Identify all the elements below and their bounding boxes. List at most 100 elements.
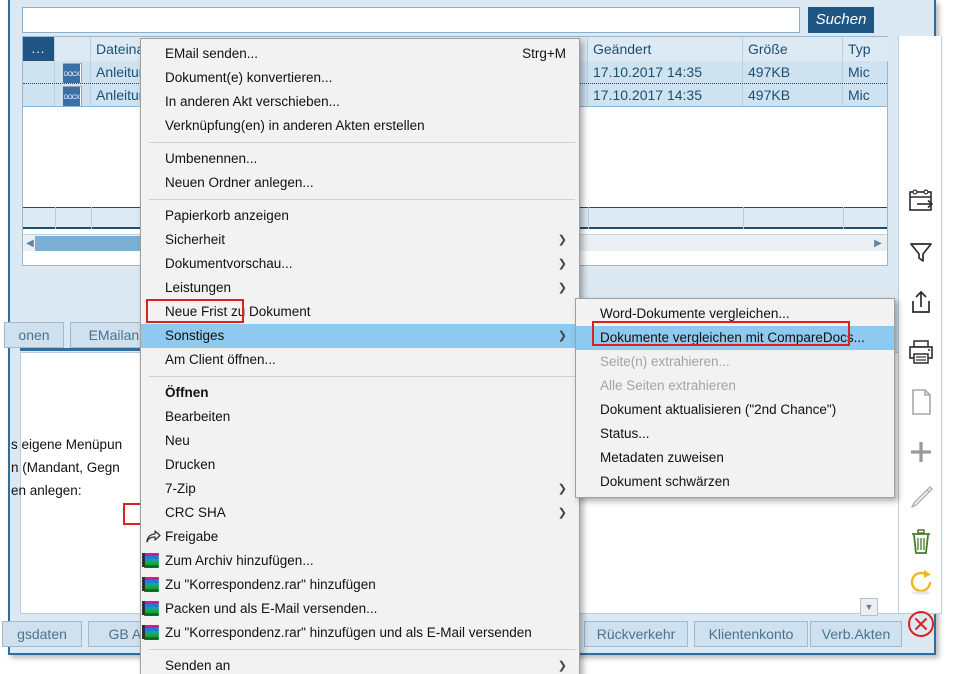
menu-item-oeffnen[interactable]: Öffnen xyxy=(141,381,579,405)
filter-funnel-icon[interactable] xyxy=(903,234,939,270)
menu-item-papierkorb-anzeigen[interactable]: Papierkorb anzeigen xyxy=(141,204,579,228)
menu-item-label: Drucken xyxy=(165,457,216,472)
menu-item-freigabe[interactable]: Freigabe xyxy=(141,525,579,549)
menu-item-7-zip[interactable]: 7-Zip ❯ xyxy=(141,477,579,501)
scrollbar-thumb[interactable] xyxy=(35,236,153,251)
menu-separator xyxy=(149,649,575,650)
menu-item-label: Öffnen xyxy=(165,385,209,400)
menu-separator xyxy=(149,376,575,377)
share-icon xyxy=(144,528,162,546)
new-document-icon[interactable] xyxy=(903,384,939,420)
cell-size: 497KB xyxy=(743,61,843,83)
menu-item-label: Senden an xyxy=(165,658,231,673)
bottom-tab-verb-akten[interactable]: Verb.Akten xyxy=(810,621,902,647)
menu-item-label: Word-Dokumente vergleichen... xyxy=(600,306,790,321)
plus-add-icon[interactable] xyxy=(903,434,939,470)
column-header-icon[interactable] xyxy=(55,37,91,61)
submenu-item-dokument-schwaerzen[interactable]: Dokument schwärzen xyxy=(576,470,894,494)
bottom-tab-rueckverkehr[interactable]: Rückverkehr xyxy=(584,621,688,647)
column-header-size[interactable]: Größe xyxy=(743,37,843,61)
menu-item-label: Am Client öffnen... xyxy=(165,352,276,367)
search-bar: Suchen xyxy=(22,7,902,33)
scroll-down-icon[interactable]: ▼ xyxy=(860,598,878,616)
mid-tab-optionen[interactable]: onen xyxy=(4,322,64,348)
menu-item-senden-an[interactable]: Senden an ❯ xyxy=(141,654,579,674)
menu-item-label: Leistungen xyxy=(165,280,232,295)
menu-item-label: EMail senden... xyxy=(165,46,259,61)
submenu-item-alle-seiten-extrahieren: Alle Seiten extrahieren xyxy=(576,374,894,398)
pencil-edit-icon[interactable] xyxy=(903,479,939,515)
bottom-tab-klientenkonto[interactable]: Klientenkonto xyxy=(694,621,808,647)
menu-item-sicherheit[interactable]: Sicherheit ❯ xyxy=(141,228,579,252)
menu-item-zu-korrespondenz-rar-hinzufuegen-und-versenden[interactable]: Zu "Korrespondenz.rar" hinzufügen und al… xyxy=(141,621,579,645)
row-icon-cell xyxy=(55,84,91,106)
cell-type: Mic xyxy=(848,87,870,103)
search-input[interactable] xyxy=(22,7,800,33)
share-export-icon[interactable] xyxy=(903,284,939,320)
menu-item-label: Status... xyxy=(600,426,650,441)
menu-item-verknuepfungen-erstellen[interactable]: Verknüpfung(en) in anderen Akten erstell… xyxy=(141,114,579,138)
search-button[interactable]: Suchen xyxy=(808,7,874,33)
menu-item-drucken[interactable]: Drucken xyxy=(141,453,579,477)
menu-item-zu-korrespondenz-rar-hinzufuegen[interactable]: Zu "Korrespondenz.rar" hinzufügen xyxy=(141,573,579,597)
column-header-options[interactable]: ... xyxy=(23,37,55,61)
menu-item-packen-und-als-email-versenden[interactable]: Packen und als E-Mail versenden... xyxy=(141,597,579,621)
context-submenu-sonstiges[interactable]: Word-Dokumente vergleichen... Dokumente … xyxy=(575,298,895,498)
menu-item-am-client-oeffnen[interactable]: Am Client öffnen... xyxy=(141,348,579,372)
menu-item-label: CRC SHA xyxy=(165,505,226,520)
menu-item-label: Packen und als E-Mail versenden... xyxy=(165,601,378,616)
menu-item-umbenennen[interactable]: Umbenennen... xyxy=(141,147,579,171)
menu-item-label: Neu xyxy=(165,433,190,448)
menu-item-email-senden[interactable]: EMail senden... Strg+M xyxy=(141,42,579,66)
menu-item-shortcut: Strg+M xyxy=(522,46,566,61)
submenu-item-metadaten-zuweisen[interactable]: Metadaten zuweisen xyxy=(576,446,894,470)
column-header-type[interactable]: Typ xyxy=(843,37,889,61)
menu-item-leistungen[interactable]: Leistungen ❯ xyxy=(141,276,579,300)
menu-item-neue-frist-zu-dokument[interactable]: Neue Frist zu Dokument xyxy=(141,300,579,324)
menu-item-label: Zu "Korrespondenz.rar" hinzufügen xyxy=(165,577,376,592)
menu-item-sonstiges[interactable]: Sonstiges ❯ xyxy=(141,324,579,348)
refresh-reload-icon[interactable] xyxy=(903,564,939,600)
row-icon-cell xyxy=(55,61,91,83)
menu-item-zum-archiv-hinzufuegen[interactable]: Zum Archiv hinzufügen... xyxy=(141,549,579,573)
menu-item-label: Zum Archiv hinzufügen... xyxy=(165,553,314,568)
submenu-item-seiten-extrahieren: Seite(n) extrahieren... xyxy=(576,350,894,374)
menu-item-label: Zu "Korrespondenz.rar" hinzufügen und al… xyxy=(165,625,532,640)
menu-item-label: Freigabe xyxy=(165,529,219,544)
menu-item-label: Seite(n) extrahieren... xyxy=(600,354,730,369)
docx-file-icon xyxy=(63,86,82,106)
menu-item-crc-sha[interactable]: CRC SHA ❯ xyxy=(141,501,579,525)
chevron-right-icon: ❯ xyxy=(557,258,567,270)
winrar-icon xyxy=(144,576,162,594)
chevron-right-icon: ❯ xyxy=(557,660,567,672)
menu-item-dokumentvorschau[interactable]: Dokumentvorschau... ❯ xyxy=(141,252,579,276)
menu-item-in-anderen-akt-verschieben[interactable]: In anderen Akt verschieben... xyxy=(141,90,579,114)
menu-item-label: Neue Frist zu Dokument xyxy=(165,304,311,319)
bottom-tab-gsdaten[interactable]: gsdaten xyxy=(2,621,82,647)
menu-item-label: Umbenennen... xyxy=(165,151,258,166)
grid-divider xyxy=(91,207,92,229)
submenu-item-dokument-aktualisieren[interactable]: Dokument aktualisieren ("2nd Chance") xyxy=(576,398,894,422)
printer-icon[interactable] xyxy=(903,334,939,370)
submenu-item-word-dokumente-vergleichen[interactable]: Word-Dokumente vergleichen... xyxy=(576,302,894,326)
docx-file-icon xyxy=(63,63,82,83)
grid-divider xyxy=(743,207,744,229)
menu-item-label: Bearbeiten xyxy=(165,409,231,424)
row-select-cell[interactable] xyxy=(23,84,55,106)
submenu-item-status[interactable]: Status... xyxy=(576,422,894,446)
scroll-right-icon[interactable]: ▶ xyxy=(871,236,885,251)
right-icon-toolbar xyxy=(898,36,942,637)
menu-item-dokumente-konvertieren[interactable]: Dokument(e) konvertieren... xyxy=(141,66,579,90)
menu-item-bearbeiten[interactable]: Bearbeiten xyxy=(141,405,579,429)
column-header-modified[interactable]: Geändert xyxy=(588,37,743,61)
menu-item-neu[interactable]: Neu xyxy=(141,429,579,453)
menu-item-neuen-ordner-anlegen[interactable]: Neuen Ordner anlegen... xyxy=(141,171,579,195)
calendar-next-icon[interactable] xyxy=(903,184,939,220)
chevron-right-icon: ❯ xyxy=(557,330,567,342)
trash-delete-icon[interactable] xyxy=(903,524,939,560)
menu-item-label: Alle Seiten extrahieren xyxy=(600,378,736,393)
row-select-cell[interactable] xyxy=(23,61,55,83)
menu-item-label: Neuen Ordner anlegen... xyxy=(165,175,314,190)
context-menu[interactable]: EMail senden... Strg+M Dokument(e) konve… xyxy=(140,38,580,674)
submenu-item-dokumente-vergleichen-comparedocs[interactable]: Dokumente vergleichen mit CompareDocs... xyxy=(576,326,894,350)
